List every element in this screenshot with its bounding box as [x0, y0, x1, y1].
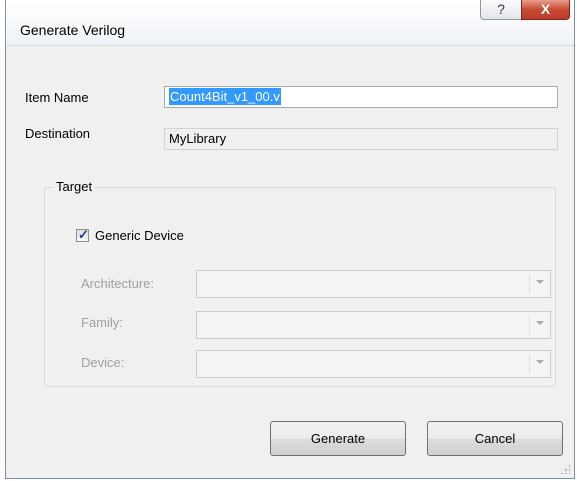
cancel-button[interactable]: Cancel [427, 421, 563, 456]
chevron-down-icon [536, 321, 544, 325]
family-select[interactable] [196, 311, 551, 339]
dialog-title: Generate Verilog [20, 22, 126, 38]
close-button[interactable]: X [521, 0, 570, 20]
item-name-value: Count4Bit_v1_00.v [169, 88, 281, 105]
help-icon: ? [497, 1, 505, 17]
generic-device-label: Generic Device [95, 228, 184, 243]
architecture-select[interactable] [196, 270, 551, 298]
chevron-down-icon [536, 280, 544, 284]
combo-separator [529, 353, 530, 375]
item-name-input[interactable]: Count4Bit_v1_00.v [164, 86, 558, 108]
close-icon: X [540, 1, 551, 17]
destination-label: Destination [25, 126, 91, 141]
generate-button[interactable]: Generate [270, 421, 406, 456]
family-label: Family: [81, 315, 123, 330]
title-bar: Generate Verilog ? X [6, 0, 574, 46]
combo-separator [529, 314, 530, 336]
resize-grip-icon[interactable] [560, 464, 570, 474]
generic-device-checkbox[interactable]: ✓ [76, 227, 89, 242]
item-name-label: Item Name [25, 90, 89, 105]
destination-value: MyLibrary [169, 131, 227, 146]
combo-separator [529, 273, 530, 295]
generate-verilog-dialog: Generate Verilog ? X Item Name Count4Bit… [5, 0, 575, 479]
destination-field: MyLibrary [164, 128, 558, 150]
architecture-label: Architecture: [81, 276, 154, 291]
device-label: Device: [81, 355, 125, 370]
chevron-down-icon [536, 360, 544, 364]
device-select[interactable] [196, 350, 551, 378]
target-group-title: Target [53, 179, 96, 194]
help-button[interactable]: ? [480, 0, 522, 20]
checkmark-icon: ✓ [78, 227, 89, 242]
